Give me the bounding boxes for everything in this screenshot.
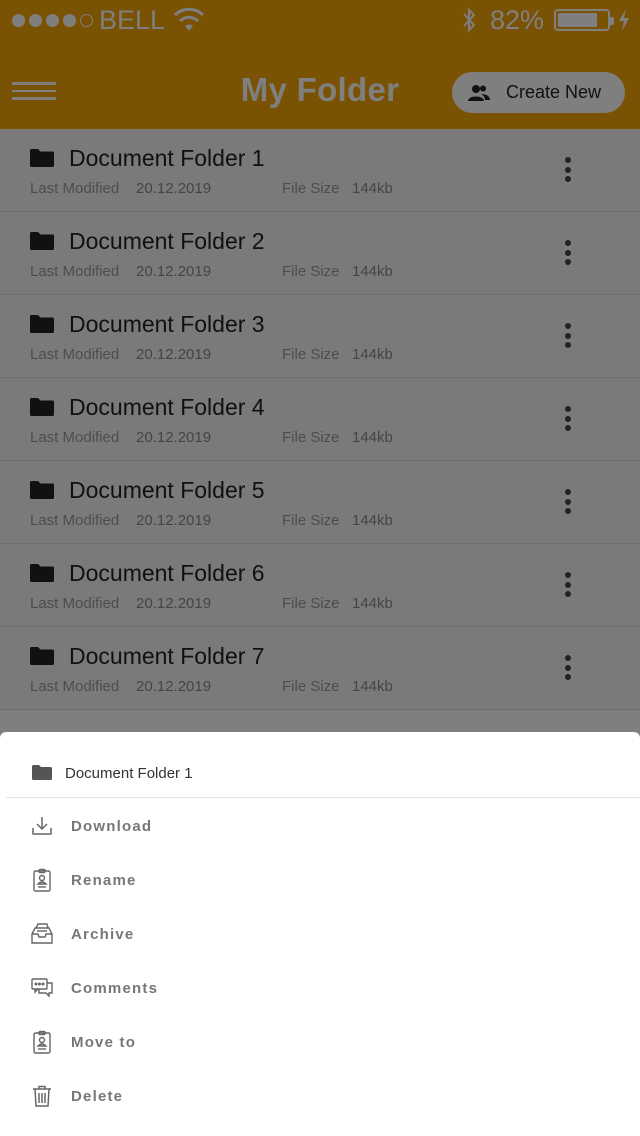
action-label: Comments <box>71 980 159 997</box>
comments-icon <box>31 978 53 998</box>
action-sheet: Document Folder 1 Download Rename Archive C… <box>0 732 640 1136</box>
download-action[interactable]: Download <box>0 806 640 846</box>
action-label: Rename <box>71 872 137 889</box>
action-label: Move to <box>71 1034 137 1051</box>
action-label: Archive <box>71 926 135 943</box>
action-sheet-header: Document Folder 1 <box>6 732 640 798</box>
delete-action[interactable]: Delete <box>0 1076 640 1116</box>
download-icon <box>32 817 52 835</box>
clipboard-user-icon <box>33 1030 51 1054</box>
clipboard-user-icon <box>33 868 51 892</box>
action-sheet-title: Document Folder 1 <box>65 765 193 782</box>
rename-action[interactable]: Rename <box>0 860 640 900</box>
action-label: Download <box>71 818 153 835</box>
comments-action[interactable]: Comments <box>0 968 640 1008</box>
action-label: Delete <box>71 1088 124 1105</box>
folder-icon <box>32 765 52 780</box>
archive-action[interactable]: Archive <box>0 914 640 954</box>
trash-icon <box>33 1085 51 1107</box>
archive-icon <box>31 923 53 944</box>
move-to-action[interactable]: Move to <box>0 1022 640 1062</box>
